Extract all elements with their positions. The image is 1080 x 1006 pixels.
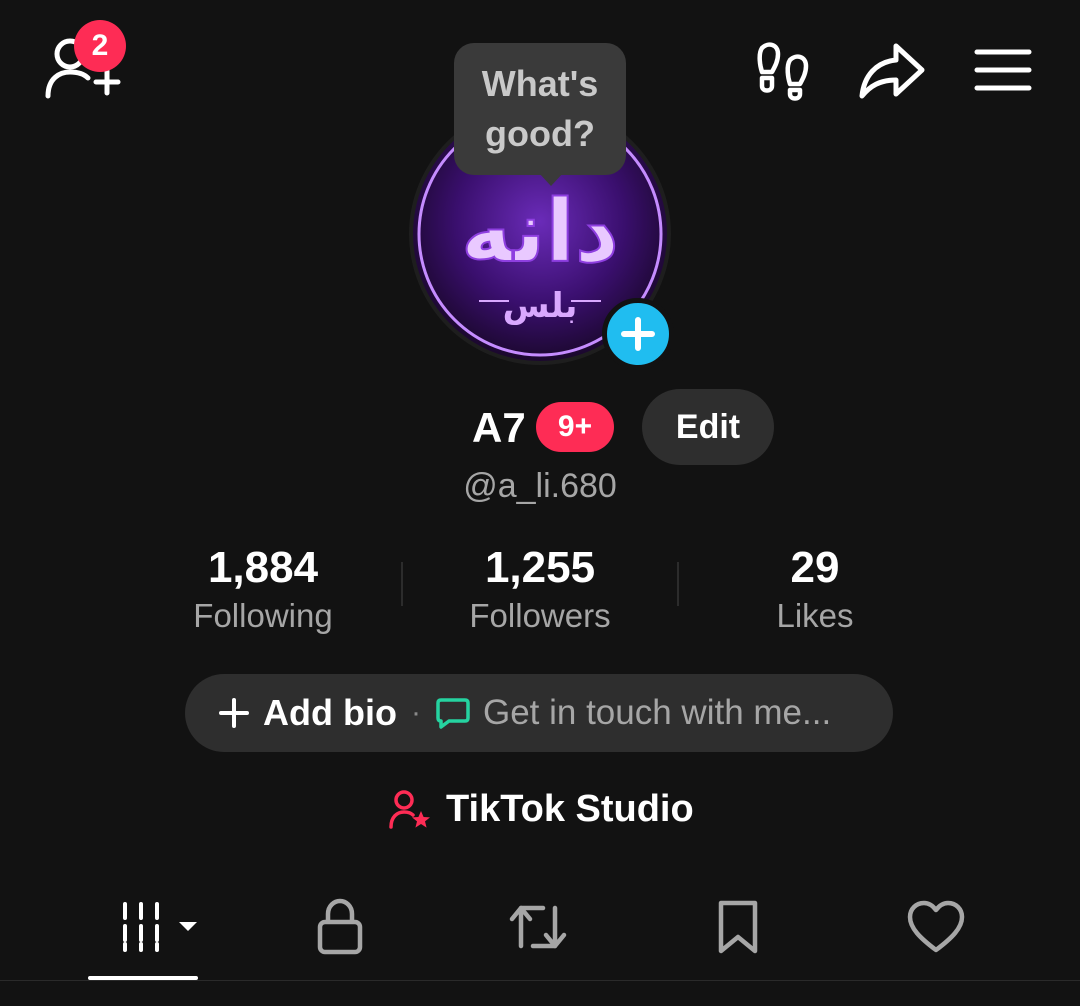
svg-text:بلس: بلس <box>503 286 578 326</box>
menu-icon <box>974 49 1032 91</box>
profile-views-button[interactable] <box>752 38 816 102</box>
lock-icon <box>317 898 363 955</box>
edit-profile-button[interactable]: Edit <box>642 389 774 465</box>
username-handle: @a_li.680 <box>463 467 617 505</box>
plus-icon <box>621 317 655 351</box>
stat-divider <box>401 562 403 606</box>
bio-separator: · <box>410 696 421 729</box>
tabs-divider <box>0 980 1080 981</box>
add-bio-button[interactable]: Add bio <box>263 692 397 734</box>
chat-bubble-icon <box>436 698 470 729</box>
repost-icon <box>509 905 567 949</box>
grid-icon <box>123 902 197 952</box>
tab-reposts[interactable] <box>483 892 593 962</box>
stat-following[interactable]: 1,884 Following <box>153 542 373 638</box>
menu-button[interactable] <box>974 48 1032 92</box>
likes-count: 29 <box>790 543 840 592</box>
plus-icon <box>219 698 249 728</box>
share-icon <box>859 43 925 99</box>
contact-info-button[interactable]: Get in touch with me... <box>483 693 831 733</box>
stat-followers[interactable]: 1,255 Followers <box>430 542 650 638</box>
tab-liked[interactable] <box>881 892 991 962</box>
status-tooltip[interactable]: What's good? <box>454 43 626 175</box>
bookmark-icon <box>718 900 758 954</box>
footprints-icon <box>757 42 809 101</box>
notification-badge[interactable]: 9+ <box>536 402 614 452</box>
tooltip-text: What's good? <box>481 63 599 154</box>
heart-icon <box>907 900 965 953</box>
followers-count: 1,255 <box>484 543 596 592</box>
profile-name: A7 <box>472 404 526 451</box>
add-story-button[interactable] <box>602 298 674 370</box>
add-friends-badge: 2 <box>74 20 126 72</box>
followers-label: Followers <box>469 597 611 634</box>
creator-star-icon <box>389 789 430 829</box>
following-count: 1,884 <box>207 543 319 592</box>
tab-videos[interactable] <box>98 892 208 962</box>
tiktok-studio-link[interactable]: TikTok Studio <box>388 788 694 831</box>
bio-pill: Add bio · Get in touch with me... <box>185 674 893 752</box>
active-tab-indicator <box>88 976 198 980</box>
following-label: Following <box>193 597 333 634</box>
share-button[interactable] <box>858 40 928 102</box>
likes-label: Likes <box>776 597 854 634</box>
tiktok-studio-label: TikTok Studio <box>446 788 694 830</box>
tooltip-tail <box>538 172 564 186</box>
tab-favorites[interactable] <box>683 892 793 962</box>
stat-divider <box>677 562 679 606</box>
svg-text:دانه: دانه <box>461 182 619 282</box>
tab-private[interactable] <box>285 892 395 962</box>
stat-likes[interactable]: 29 Likes <box>705 542 925 638</box>
